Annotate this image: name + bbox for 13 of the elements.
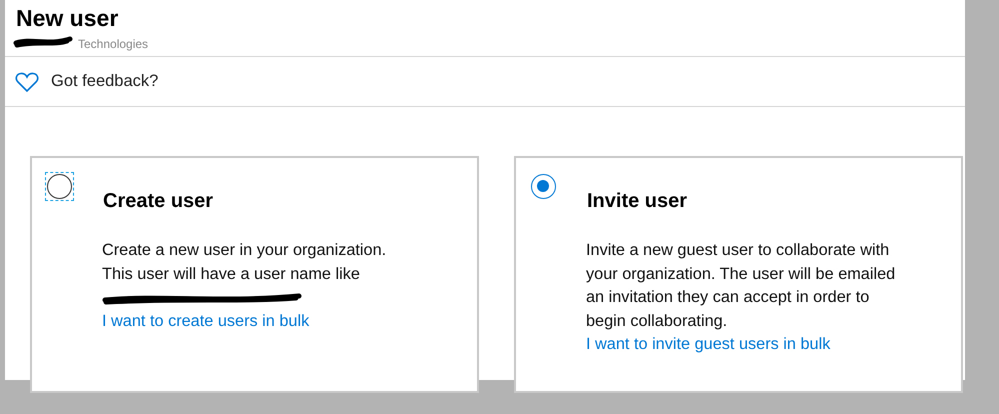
heart-icon[interactable] <box>15 70 39 92</box>
subtitle: Technologies <box>77 37 148 51</box>
bulk-link[interactable]: I want to create users in bulk <box>102 312 310 330</box>
option-title: Invite user <box>587 189 688 214</box>
option-description: Invite a new guest user to collaborate with your organization. The user will be emailed an invitation they can accept in order to begin collaborating. <box>586 240 896 332</box>
feedback-link[interactable]: Got feedback? <box>51 69 158 94</box>
radio-button[interactable] <box>531 174 556 199</box>
bulk-link[interactable]: I want to invite guest users in bulk <box>586 335 830 353</box>
option-card[interactable]: Invite user Invite a new guest user to collaborate with your organization. The user will be emailed an invitation they can accept in order to begin collaborating. I want to invite guest users in bulk <box>514 156 963 393</box>
option-title: Create user <box>103 189 214 214</box>
option-description: Create a new user in your organization. This user will have a user name like <box>102 240 388 284</box>
page-title: New user <box>16 4 120 32</box>
option-card[interactable]: Create user Create a new user in your organization. This user will have a user name like I want to create users in bulk <box>30 156 479 393</box>
